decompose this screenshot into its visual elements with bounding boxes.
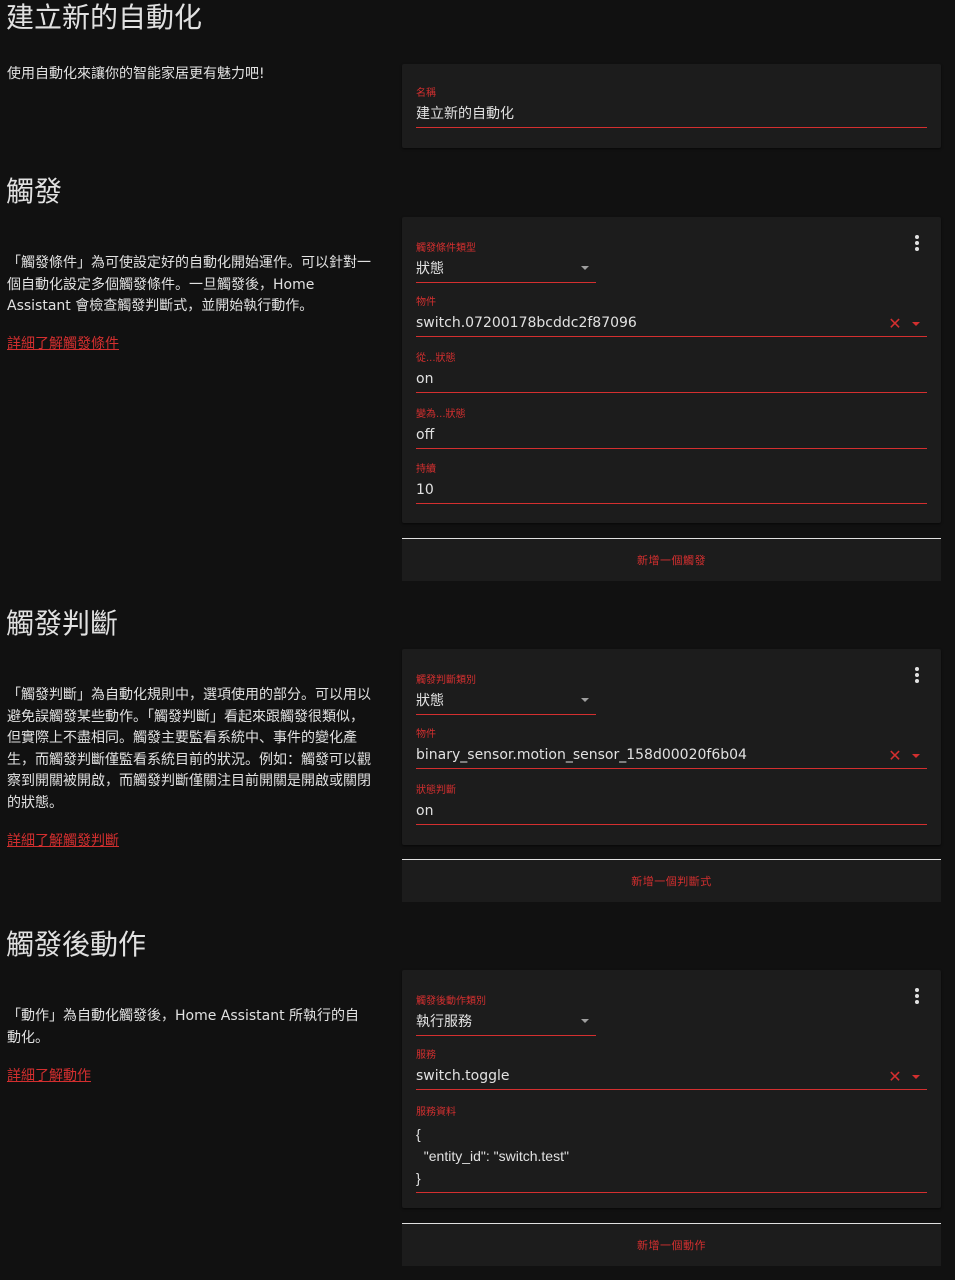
action-data-line: "entity_id": "switch.test"	[416, 1148, 569, 1164]
chevron-down-icon	[581, 698, 589, 702]
condition-state-underline	[416, 824, 927, 825]
action-service-label: 服務	[416, 1050, 436, 1061]
trigger-to-underline	[416, 448, 927, 449]
close-icon[interactable]: ✕	[888, 748, 902, 764]
chevron-down-icon	[581, 1019, 589, 1023]
trigger-to-input[interactable]: off	[416, 425, 927, 445]
condition-type-label: 觸發判斷類別	[416, 675, 476, 686]
page-title: 建立新的自動化	[6, 1, 203, 34]
name-label: 名稱	[416, 88, 436, 99]
trigger-to-label: 變為...狀態	[416, 409, 466, 420]
condition-state-field[interactable]: 狀態判斷 on	[416, 785, 927, 825]
condition-type-select[interactable]: 觸發判斷類別 狀態	[416, 675, 596, 715]
more-vert-icon[interactable]	[915, 988, 919, 1004]
trigger-type-underline	[416, 282, 596, 283]
add-condition-button[interactable]: 新增一個判斷式	[402, 859, 941, 902]
actions-description: 「動作」為自動化觸發後，Home Assistant 所執行的自動化。	[7, 1008, 360, 1046]
more-vert-icon[interactable]	[915, 235, 919, 251]
trigger-from-label: 從...狀態	[416, 353, 456, 364]
trigger-from-input[interactable]: on	[416, 369, 927, 389]
chevron-down-icon[interactable]	[912, 1075, 920, 1079]
name-underline	[416, 127, 927, 128]
close-icon[interactable]: ✕	[888, 316, 902, 332]
trigger-type-label: 觸發條件類型	[416, 243, 476, 254]
close-icon[interactable]: ✕	[888, 1069, 902, 1085]
trigger-entity-label: 物件	[416, 297, 436, 308]
action-data-textarea[interactable]: { "entity_id": "switch.test" }	[416, 1123, 927, 1189]
triggers-heading: 觸發	[6, 175, 63, 208]
chevron-down-icon	[581, 266, 589, 270]
action-data-line: }	[416, 1170, 421, 1186]
condition-entity-label: 物件	[416, 729, 436, 740]
trigger-from-underline	[416, 392, 927, 393]
action-data-line: {	[416, 1126, 421, 1142]
actions-learn-more-link[interactable]: 詳細了解動作	[7, 1065, 91, 1085]
name-input[interactable]: 建立新的自動化	[416, 104, 927, 124]
trigger-entity-underline	[416, 336, 927, 337]
trigger-card: 觸發條件類型 狀態 物件 switch.07200178bcddc2f87096…	[402, 217, 941, 523]
trigger-entity-input[interactable]: switch.07200178bcddc2f87096	[416, 313, 927, 333]
name-card: 名稱 建立新的自動化	[402, 64, 941, 148]
condition-type-underline	[416, 714, 596, 715]
conditions-heading: 觸發判斷	[6, 607, 119, 640]
condition-state-label: 狀態判斷	[416, 785, 456, 796]
condition-entity-underline	[416, 768, 927, 769]
condition-state-input[interactable]: on	[416, 801, 927, 821]
more-vert-icon[interactable]	[915, 667, 919, 683]
trigger-to-field[interactable]: 變為...狀態 off	[416, 409, 927, 449]
add-trigger-button[interactable]: 新增一個觸發	[402, 538, 941, 581]
action-data-label: 服務資料	[416, 1107, 456, 1118]
condition-type-value: 狀態	[416, 693, 444, 709]
add-action-button[interactable]: 新增一個動作	[402, 1223, 941, 1266]
trigger-type-value: 狀態	[416, 261, 444, 277]
trigger-for-label: 持續	[416, 464, 436, 475]
condition-entity-field[interactable]: 物件 binary_sensor.motion_sensor_158d00020…	[416, 729, 927, 769]
conditions-description: 「觸發判斷」為自動化規則中，選項使用的部分。可以用以避免誤觸發某些動作。「觸發判…	[7, 687, 371, 811]
trigger-entity-field[interactable]: 物件 switch.07200178bcddc2f87096 ✕	[416, 297, 927, 337]
condition-entity-input[interactable]: binary_sensor.motion_sensor_158d00020f6b…	[416, 745, 927, 765]
trigger-for-field[interactable]: 持續 10	[416, 464, 927, 504]
chevron-down-icon[interactable]	[912, 754, 920, 758]
action-type-underline	[416, 1035, 596, 1036]
trigger-type-select[interactable]: 觸發條件類型 狀態	[416, 243, 596, 283]
trigger-for-underline	[416, 503, 927, 504]
action-data-field[interactable]: 服務資料 { "entity_id": "switch.test" }	[416, 1107, 927, 1193]
chevron-down-icon[interactable]	[912, 322, 920, 326]
name-field[interactable]: 名稱 建立新的自動化	[416, 88, 927, 128]
action-service-underline	[416, 1089, 927, 1090]
actions-heading: 觸發後動作	[6, 928, 147, 961]
triggers-learn-more-link[interactable]: 詳細了解觸發條件	[7, 333, 119, 353]
page-intro: 使用自動化來讓你的智能家居更有魅力吧!	[7, 66, 265, 82]
action-data-underline	[416, 1192, 927, 1193]
trigger-from-field[interactable]: 從...狀態 on	[416, 353, 927, 393]
action-type-select[interactable]: 觸發後動作類別 執行服務	[416, 996, 596, 1036]
action-type-value: 執行服務	[416, 1014, 472, 1030]
trigger-for-input[interactable]: 10	[416, 480, 927, 500]
action-service-input[interactable]: switch.toggle	[416, 1066, 927, 1086]
action-type-label: 觸發後動作類別	[416, 996, 486, 1007]
action-card: 觸發後動作類別 執行服務 服務 switch.toggle ✕ 服務資料 { "…	[402, 970, 941, 1208]
condition-card: 觸發判斷類別 狀態 物件 binary_sensor.motion_sensor…	[402, 649, 941, 845]
triggers-description: 「觸發條件」為可使設定好的自動化開始運作。可以針對一個自動化設定多個觸發條件。一…	[7, 255, 371, 314]
conditions-learn-more-link[interactable]: 詳細了解觸發判斷	[7, 830, 119, 850]
action-service-field[interactable]: 服務 switch.toggle ✕	[416, 1050, 927, 1090]
